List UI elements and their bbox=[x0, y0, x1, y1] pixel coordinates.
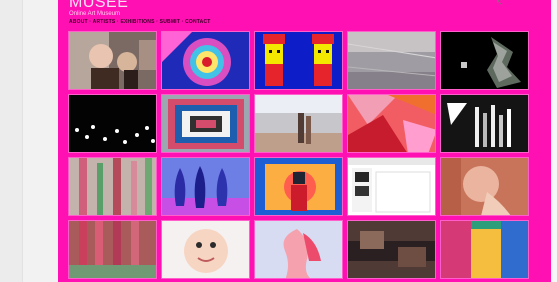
left-gutter bbox=[0, 0, 23, 282]
page-subtitle: Online Art Museum bbox=[69, 11, 121, 17]
artwork-tile-9[interactable] bbox=[347, 94, 436, 153]
page-scrollbar[interactable] bbox=[551, 0, 557, 282]
artwork-tile-17[interactable] bbox=[161, 220, 250, 279]
artwork-tile-14[interactable] bbox=[347, 157, 436, 216]
artwork-tile-3[interactable] bbox=[254, 31, 343, 90]
artwork-tile-5[interactable] bbox=[440, 31, 529, 90]
artwork-tile-13[interactable] bbox=[254, 157, 343, 216]
artwork-tile-6[interactable] bbox=[68, 94, 157, 153]
artwork-tile-8[interactable] bbox=[254, 94, 343, 153]
artwork-tile-15[interactable] bbox=[440, 157, 529, 216]
artwork-tile-20[interactable] bbox=[440, 220, 529, 279]
cursor-icon: ↖ bbox=[496, 0, 503, 7]
artwork-tile-18[interactable] bbox=[254, 220, 343, 279]
artwork-tile-2[interactable] bbox=[161, 31, 250, 90]
artwork-tile-7[interactable] bbox=[161, 94, 250, 153]
artwork-tile-4[interactable] bbox=[347, 31, 436, 90]
artwork-tile-10[interactable] bbox=[440, 94, 529, 153]
artwork-tile-19[interactable] bbox=[347, 220, 436, 279]
artwork-tile-1[interactable] bbox=[68, 31, 157, 90]
artwork-tile-11[interactable] bbox=[68, 157, 157, 216]
gallery-panel: MUSEE Online Art Museum ABOUT · ARTISTS … bbox=[58, 0, 551, 282]
artwork-tile-16[interactable] bbox=[68, 220, 157, 279]
artwork-tile-12[interactable] bbox=[161, 157, 250, 216]
nav-links[interactable]: ABOUT · ARTISTS · EXHIBITIONS · SUBMIT ·… bbox=[69, 19, 211, 25]
